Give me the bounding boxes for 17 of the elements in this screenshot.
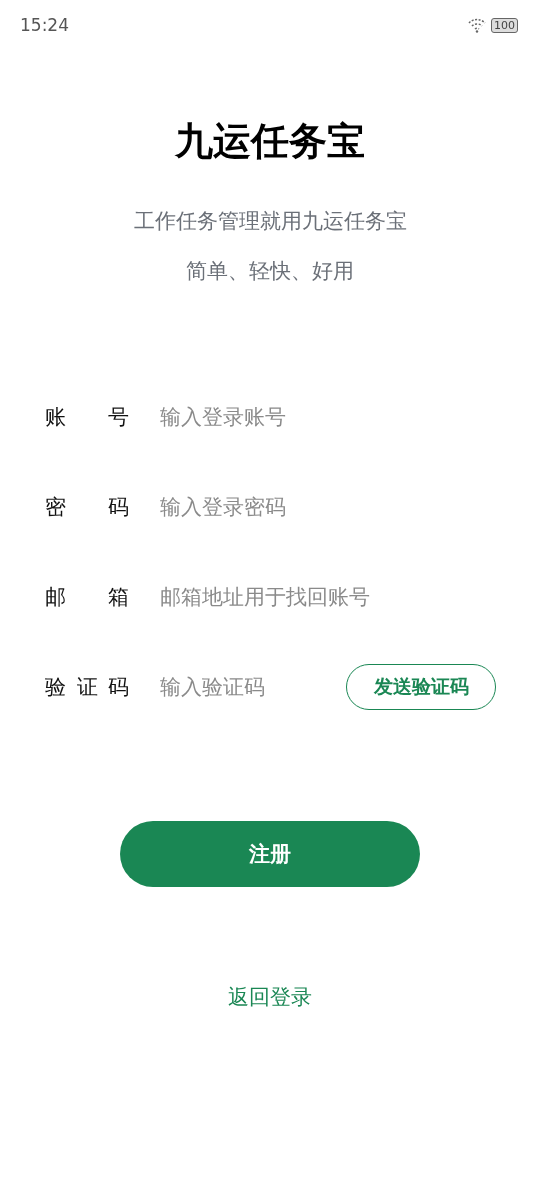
field-label: 密码 — [45, 494, 129, 521]
input-field[interactable]: 输入登录密码 — [160, 495, 496, 519]
field-label: 验证码 — [45, 674, 129, 701]
tagline: 工作任务管理就用九运任务宝 — [133, 208, 407, 235]
send-code-button[interactable]: 发送验证码 — [346, 664, 496, 710]
back-to-login-link[interactable]: 返回登录 — [228, 983, 312, 1011]
register-button[interactable]: 注册 — [120, 821, 420, 887]
input-field[interactable]: 输入验证码 — [160, 675, 346, 699]
field-label: 邮箱 — [45, 584, 129, 611]
input-field[interactable]: 邮箱地址用于找回账号 — [160, 585, 496, 609]
field-label: 账号 — [45, 404, 129, 431]
tagline: 简单、轻快、好用 — [186, 258, 354, 285]
status-time: 15:24 — [20, 15, 69, 35]
app-title: 九运任务宝 — [174, 118, 366, 165]
wifi-icon — [467, 17, 487, 33]
battery-level: 100 — [491, 17, 518, 33]
input-field[interactable]: 输入登录账号 — [160, 405, 496, 429]
